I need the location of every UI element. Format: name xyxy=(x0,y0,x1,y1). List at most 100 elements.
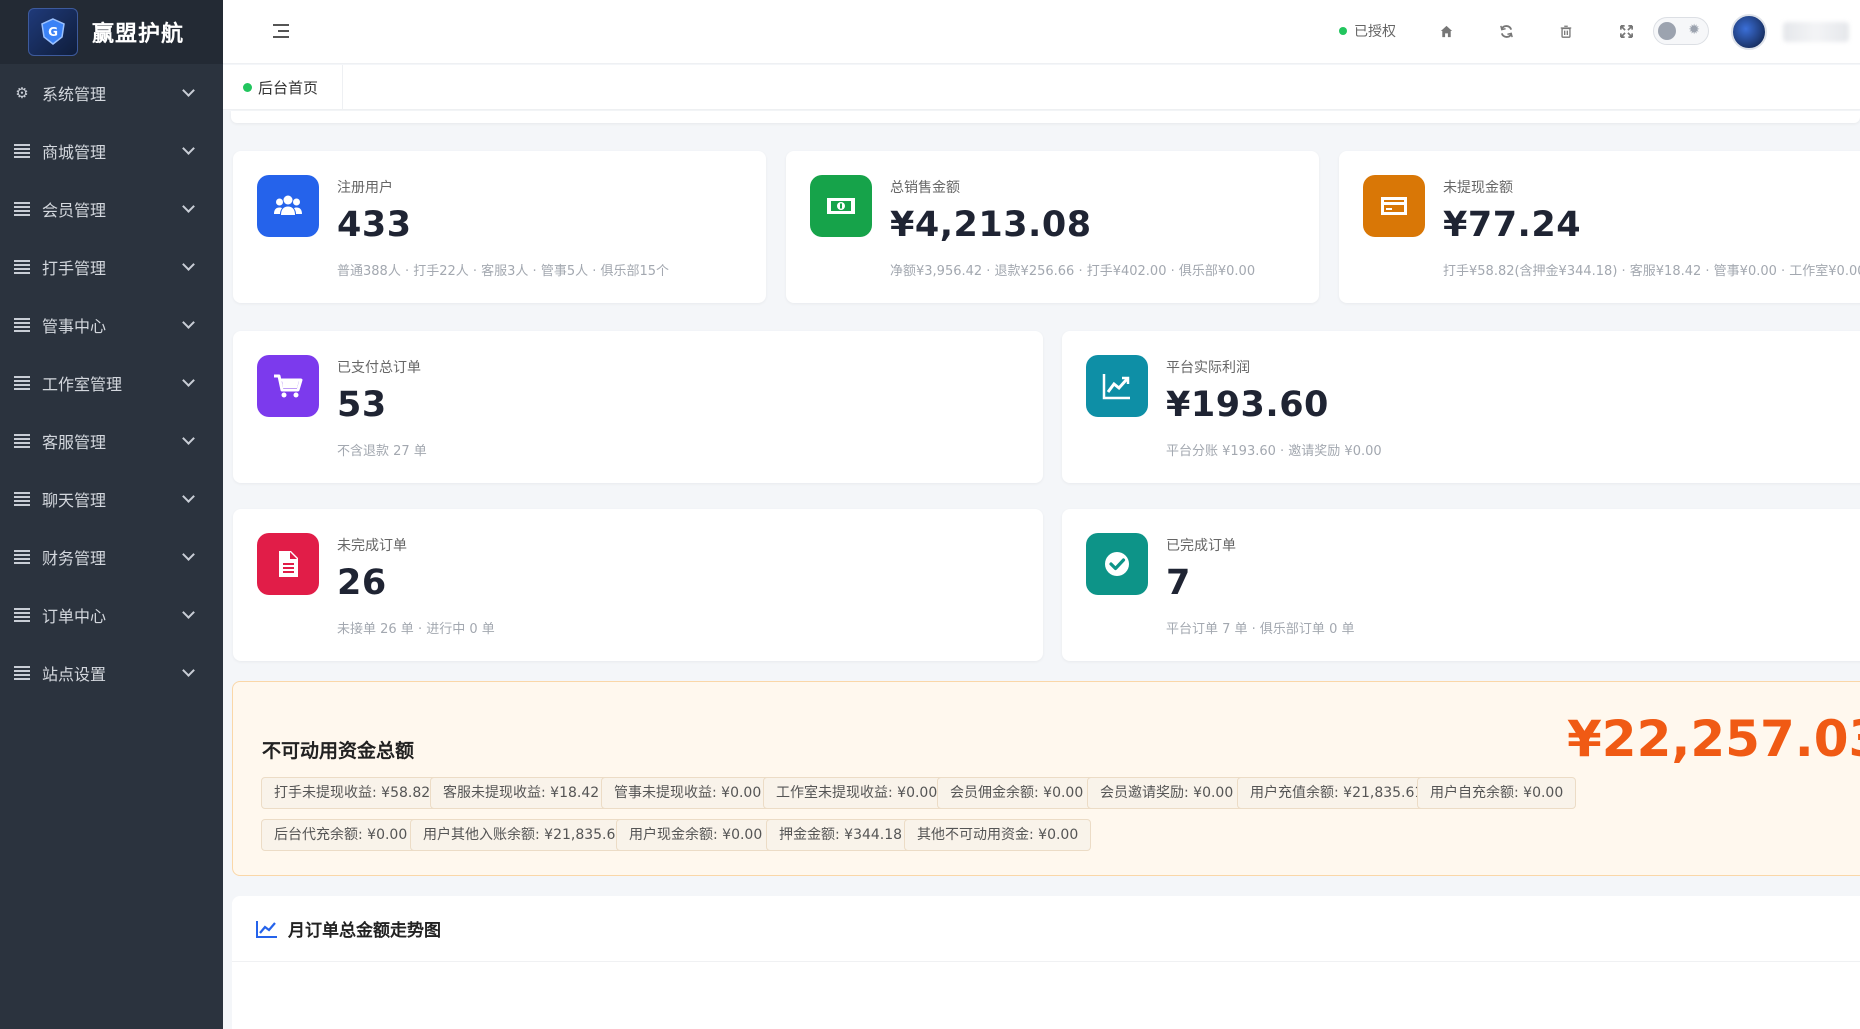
list-icon xyxy=(14,666,30,680)
stat-label: 未提现金额 xyxy=(1443,180,1513,196)
sidebar-menu: ⚙ 系统管理商城管理会员管理打手管理管事中心工作室管理客服管理聊天管理财务管理订单… xyxy=(0,64,223,702)
menu-toggle-icon[interactable] xyxy=(273,24,289,38)
locked-funds-panel: 不可动用资金总额 ¥22,257.03 打手未提现收益: ¥58.82 客服未提现… xyxy=(232,681,1860,876)
chevron-down-icon xyxy=(182,605,195,619)
home-icon[interactable] xyxy=(1435,20,1457,42)
fund-chip: 客服未提现收益: ¥18.42 xyxy=(430,777,613,809)
fund-chip: 会员邀请奖励: ¥0.00 xyxy=(1087,777,1247,809)
stat-card: 平台实际利润 ¥193.60 平台分账 ¥193.60 · 邀请奖励 ¥0.00 xyxy=(1062,331,1860,483)
sidebar-item-2[interactable]: 会员管理 xyxy=(0,180,223,238)
sidebar-item-label: 站点设置 xyxy=(42,665,107,684)
fund-chip: 用户其他入账余额: ¥21,835.61 xyxy=(410,819,638,851)
list-icon xyxy=(14,376,30,390)
credit-card-icon xyxy=(1363,175,1425,237)
stat-card: 未完成订单 26 未接单 26 单 · 进行中 0 单 xyxy=(233,509,1043,661)
tab-label: 后台首页 xyxy=(258,79,319,97)
sidebar: G 赢盟护航 ⚙ 系统管理商城管理会员管理打手管理管事中心工作室管理客服管理聊天管… xyxy=(0,0,223,1029)
theme-toggle[interactable]: ✹ xyxy=(1653,17,1709,45)
list-icon xyxy=(14,434,30,448)
stat-label: 总销售金额 xyxy=(890,180,960,196)
sidebar-item-0[interactable]: ⚙ 系统管理 xyxy=(0,64,223,122)
fullscreen-icon[interactable] xyxy=(1615,20,1637,42)
fund-chip: 会员佣金余额: ¥0.00 xyxy=(937,777,1097,809)
chevron-down-icon xyxy=(182,663,195,677)
fund-chip: 工作室未提现收益: ¥0.00 xyxy=(763,777,951,809)
chevron-down-icon xyxy=(182,489,195,503)
content-top-strip xyxy=(231,111,1860,123)
locked-funds-title: 不可动用资金总额 xyxy=(262,740,415,762)
sidebar-item-6[interactable]: 客服管理 xyxy=(0,412,223,470)
sidebar-item-label: 订单中心 xyxy=(42,607,107,626)
list-icon xyxy=(14,492,30,506)
theme-toggle-knob xyxy=(1658,22,1676,40)
brand-title: 赢盟护航 xyxy=(92,22,185,47)
sidebar-item-4[interactable]: 管事中心 xyxy=(0,296,223,354)
sidebar-item-10[interactable]: 站点设置 xyxy=(0,644,223,702)
top-header: 已授权 ✹ xyxy=(223,0,1860,64)
tab-dashboard[interactable]: 后台首页 xyxy=(223,65,343,110)
avatar[interactable] xyxy=(1731,14,1767,50)
sidebar-item-3[interactable]: 打手管理 xyxy=(0,238,223,296)
chevron-down-icon xyxy=(182,257,195,271)
list-icon xyxy=(14,318,30,332)
sidebar-item-9[interactable]: 订单中心 xyxy=(0,586,223,644)
stat-value: 433 xyxy=(337,205,412,245)
sidebar-item-8[interactable]: 财务管理 xyxy=(0,528,223,586)
trash-icon[interactable] xyxy=(1555,20,1577,42)
fund-chip: 押金金额: ¥344.18 xyxy=(766,819,916,851)
fund-chip: 用户自充余额: ¥0.00 xyxy=(1417,777,1577,809)
fund-chip: 后台代充余额: ¥0.00 xyxy=(261,819,421,851)
stat-breakdown: 平台订单 7 单 · 俱乐部订单 0 单 xyxy=(1166,622,1355,637)
chevron-down-icon xyxy=(182,199,195,213)
money-icon xyxy=(810,175,872,237)
sidebar-item-label: 会员管理 xyxy=(42,201,107,220)
fund-chip: 管事未提现收益: ¥0.00 xyxy=(601,777,775,809)
fund-chip: 打手未提现收益: ¥58.82 xyxy=(261,777,444,809)
stat-card: 总销售金额 ¥4,213.08 净额¥3,956.42 · 退款¥256.66 · … xyxy=(786,151,1319,303)
stat-value: ¥77.24 xyxy=(1443,205,1582,245)
chart-panel-title: 月订单总金额走势图 xyxy=(288,921,441,941)
gear-icon: ⚙ xyxy=(15,84,29,102)
stat-value: 26 xyxy=(337,563,387,603)
sidebar-item-label: 财务管理 xyxy=(42,549,107,568)
stat-label: 已支付总订单 xyxy=(337,360,421,376)
stat-breakdown: 普通388人 · 打手22人 · 客服3人 · 管事5人 · 俱乐部15个 xyxy=(337,264,670,279)
stat-label: 注册用户 xyxy=(337,180,393,196)
sidebar-item-7[interactable]: 聊天管理 xyxy=(0,470,223,528)
auth-status-dot xyxy=(1339,27,1347,35)
list-icon xyxy=(14,202,30,216)
username-blurred[interactable] xyxy=(1783,22,1849,42)
sidebar-item-label: 客服管理 xyxy=(42,433,107,452)
list-icon xyxy=(14,144,30,158)
fund-chip: 用户充值余额: ¥21,835.61 xyxy=(1237,777,1437,809)
users-icon xyxy=(257,175,319,237)
stat-breakdown: 未接单 26 单 · 进行中 0 单 xyxy=(337,622,495,637)
chevron-down-icon xyxy=(182,431,195,445)
brand[interactable]: G 赢盟护航 xyxy=(0,0,223,64)
stat-label: 平台实际利润 xyxy=(1166,360,1250,376)
list-icon xyxy=(14,550,30,564)
stat-breakdown: 平台分账 ¥193.60 · 邀请奖励 ¥0.00 xyxy=(1166,444,1382,459)
fund-chip: 其他不可动用资金: ¥0.00 xyxy=(904,819,1092,851)
list-icon xyxy=(14,608,30,622)
fund-chip: 用户现金余额: ¥0.00 xyxy=(616,819,776,851)
sun-icon: ✹ xyxy=(1688,22,1700,38)
stat-value: ¥4,213.08 xyxy=(890,205,1092,245)
stat-value: 7 xyxy=(1166,563,1191,603)
sidebar-item-1[interactable]: 商城管理 xyxy=(0,122,223,180)
sidebar-item-label: 系统管理 xyxy=(42,85,107,104)
line-chart-icon xyxy=(256,920,277,938)
list-icon xyxy=(14,260,30,274)
locked-funds-total: ¥22,257.03 xyxy=(1567,710,1860,768)
chevron-down-icon xyxy=(182,547,195,561)
refresh-icon[interactable] xyxy=(1495,20,1517,42)
sidebar-item-label: 管事中心 xyxy=(42,317,107,336)
tab-bar: 后台首页 xyxy=(223,65,1860,110)
sidebar-item-5[interactable]: 工作室管理 xyxy=(0,354,223,412)
check-circle-icon xyxy=(1086,533,1148,595)
stat-card: 未提现金额 ¥77.24 打手¥58.82(含押金¥344.18) · 客服¥18.… xyxy=(1339,151,1860,303)
chart-panel-header: 月订单总金额走势图 xyxy=(232,896,1860,962)
monthly-chart-panel: 月订单总金额走势图 xyxy=(232,896,1860,1029)
sidebar-item-label: 工作室管理 xyxy=(42,375,123,394)
chevron-down-icon xyxy=(182,373,195,387)
